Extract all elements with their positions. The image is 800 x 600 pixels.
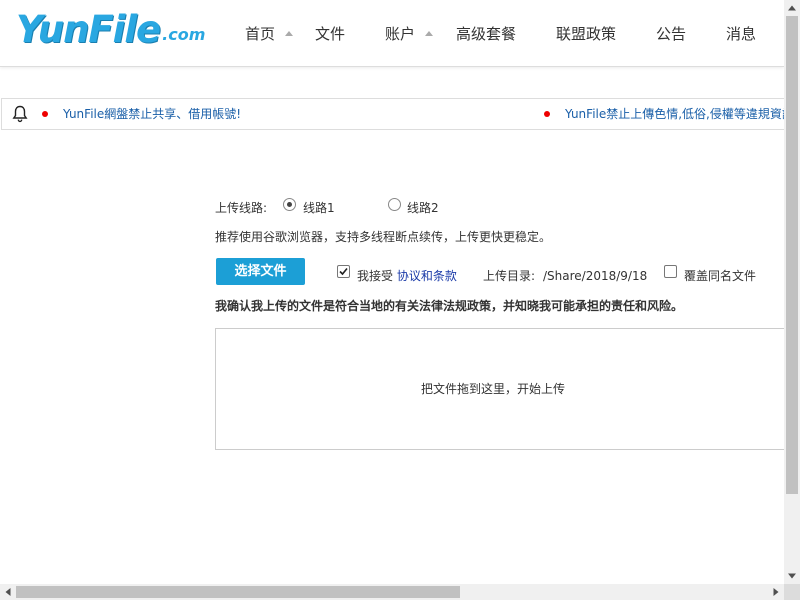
page-viewport: YunFile .com 首页 文件 账户 高级套餐 联盟政策 公告 消息 Yu… — [0, 0, 784, 584]
upload-dir-value[interactable]: /Share/2018/9/18 — [543, 268, 647, 284]
scroll-right-arrow-icon[interactable] — [773, 588, 779, 596]
route2-label[interactable]: 线路2 — [407, 200, 439, 216]
nav-messages[interactable]: 消息 — [726, 24, 756, 44]
notice-dot-icon — [42, 111, 48, 117]
nav-files[interactable]: 文件 — [315, 24, 345, 44]
legal-confirm-note: 我确认我上传的文件是符合当地的有关法律法规政策，并知晓我可能承担的责任和风险。 — [215, 299, 684, 313]
nav-premium[interactable]: 高级套餐 — [456, 24, 516, 44]
notice-item[interactable]: YunFile網盤禁止共享、借用帳號! — [63, 106, 241, 122]
scrollbar-corner — [784, 584, 800, 600]
checkmark-icon — [339, 267, 348, 276]
horizontal-scroll-thumb[interactable] — [16, 586, 460, 598]
upload-dir-label: 上传目录: — [483, 269, 536, 283]
caret-up-icon[interactable] — [425, 31, 433, 36]
vertical-scrollbar[interactable] — [784, 0, 800, 584]
vertical-scroll-thumb[interactable] — [786, 16, 798, 494]
accept-terms-text: 我接受 协议和条款 — [357, 268, 457, 284]
nav-account[interactable]: 账户 — [385, 24, 415, 44]
accept-terms-checkbox[interactable] — [337, 265, 350, 278]
yunfile-logo[interactable]: YunFile .com — [16, 8, 205, 52]
scroll-up-arrow-icon[interactable] — [788, 5, 796, 11]
notice-item[interactable]: YunFile禁止上傳色情,低俗,侵權等違規資訊 — [565, 106, 784, 122]
terms-link[interactable]: 协议和条款 — [397, 269, 457, 283]
logo-suffix: .com — [162, 25, 206, 44]
route1-label[interactable]: 线路1 — [303, 200, 335, 216]
route2-radio[interactable] — [388, 198, 401, 211]
accept-prefix: 我接受 — [357, 269, 394, 283]
overwrite-checkbox[interactable] — [664, 265, 677, 278]
logo-text: YunFile — [16, 8, 161, 51]
browser-hint: 推荐使用谷歌浏览器，支持多线程断点续传，上传更快更稳定。 — [215, 230, 552, 244]
route1-radio[interactable] — [283, 198, 296, 211]
overwrite-label[interactable]: 覆盖同名文件 — [684, 268, 756, 284]
nav-announcements[interactable]: 公告 — [656, 24, 686, 44]
nav-home[interactable]: 首页 — [245, 24, 275, 44]
scroll-left-arrow-icon[interactable] — [5, 588, 11, 596]
horizontal-scrollbar[interactable] — [0, 584, 784, 600]
scroll-down-arrow-icon[interactable] — [788, 573, 796, 579]
notice-bar: YunFile網盤禁止共享、借用帳號! YunFile禁止上傳色情,低俗,侵權等… — [1, 98, 784, 130]
caret-up-icon[interactable] — [285, 31, 293, 36]
nav-affiliate[interactable]: 联盟政策 — [556, 24, 616, 44]
bell-icon — [12, 105, 28, 123]
route-label: 上传线路: — [215, 201, 268, 215]
file-dropzone[interactable]: 把文件拖到这里，开始上传 — [215, 328, 784, 450]
top-header: YunFile .com 首页 文件 账户 高级套餐 联盟政策 公告 消息 — [0, 0, 784, 67]
notice-dot-icon — [544, 111, 550, 117]
dropzone-text: 把文件拖到这里，开始上传 — [421, 382, 566, 396]
select-file-button[interactable]: 选择文件 — [216, 258, 305, 285]
